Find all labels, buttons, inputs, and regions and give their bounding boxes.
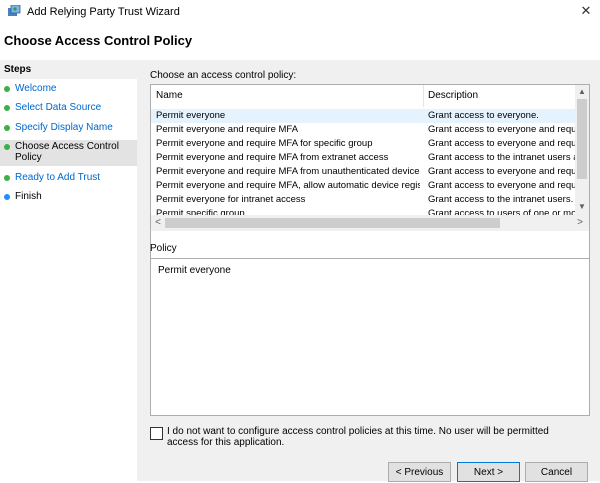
step-choose-access-control-policy: Choose Access Control Policy [0,140,137,166]
step-status-icon [4,86,10,92]
scroll-up-icon[interactable]: ▲ [576,86,588,98]
step-label: Choose Access Control Policy [15,141,119,163]
policy-name: Permit everyone and require MFA from ext… [156,152,389,163]
column-separator[interactable] [423,85,424,107]
step-status-icon [4,194,10,200]
horizontal-scrollbar[interactable]: < > [151,215,589,231]
policy-row[interactable]: Permit everyone and require MFA from ext… [151,151,575,165]
scroll-right-icon[interactable]: > [575,217,585,229]
cancel-button[interactable]: Cancel [525,462,588,482]
steps-title: Steps [4,64,32,75]
policy-name: Permit everyone and require MFA, allow a… [156,180,420,191]
step-label: Specify Display Name [15,122,113,133]
next-button[interactable]: Next > [457,462,520,482]
policy-row[interactable]: Permit everyone for intranet access Gran… [151,193,575,207]
policy-description: Grant access to everyone and requir [428,180,575,191]
scroll-left-icon[interactable]: < [153,217,163,229]
step-label: Welcome [15,83,57,94]
step-finish: Finish [0,191,137,204]
policy-description: Grant access to everyone and requir [428,124,575,135]
policy-name: Permit everyone and require MFA from una… [156,166,420,177]
skip-policy-label[interactable]: I do not want to configure access contro… [167,426,577,448]
scroll-down-icon[interactable]: ▼ [576,201,588,213]
step-label: Select Data Source [15,102,102,113]
step-status-icon [4,105,10,111]
title-bar: Add Relying Party Trust Wizard ✕ [0,0,600,24]
policy-label: Policy [150,243,177,254]
step-welcome[interactable]: Welcome [0,83,137,96]
policy-row[interactable]: Permit everyone and require MFA, allow a… [151,179,575,193]
wizard-app-icon [8,5,21,16]
policy-row[interactable]: Permit everyone and require MFA from una… [151,165,575,179]
vertical-scrollbar[interactable]: ▲ ▼ [575,85,589,215]
step-status-icon [4,144,10,150]
policy-row[interactable]: Permit everyone Grant access to everyone… [151,109,575,123]
policy-text: Permit everyone [158,265,231,276]
policy-description: Grant access to everyone. [428,110,539,121]
step-status-icon [4,175,10,181]
step-specify-display-name[interactable]: Specify Display Name [0,122,137,135]
column-header-description[interactable]: Description [428,85,573,107]
page-title: Choose Access Control Policy [4,33,193,48]
policy-description: Grant access to everyone and requir [428,166,575,177]
step-select-data-source[interactable]: Select Data Source [0,102,137,115]
policy-name: Permit everyone and require MFA for spec… [156,138,373,149]
horizontal-scroll-thumb[interactable] [165,218,500,228]
policy-preview: Permit everyone [150,258,590,416]
skip-policy-checkbox[interactable] [150,427,163,440]
policy-row[interactable]: Permit specific group Grant access to us… [151,207,575,215]
policy-list-label: Choose an access control policy: [150,70,297,81]
policy-name: Permit specific group [156,208,245,215]
vertical-scroll-thumb[interactable] [577,99,587,179]
close-button[interactable]: ✕ [572,0,600,22]
policy-description: Grant access to the intranet users an [428,152,575,163]
policy-row[interactable]: Permit everyone and require MFA for spec… [151,137,575,151]
policy-name: Permit everyone and require MFA [156,124,299,135]
main-panel: Choose an access control policy: Name De… [137,60,600,482]
policy-description: Grant access to the intranet users. [428,194,574,205]
step-status-icon [4,125,10,131]
policy-name: Permit everyone [156,110,226,121]
previous-button[interactable]: < Previous [388,462,451,482]
policy-description: Grant access to everyone and requir [428,138,575,149]
column-header-name[interactable]: Name [156,85,421,107]
policy-row[interactable]: Permit everyone and require MFA Grant ac… [151,123,575,137]
step-ready-to-add-trust[interactable]: Ready to Add Trust [0,172,137,185]
steps-pane: Steps Welcome Select Data Source Specify… [0,60,137,481]
policy-name: Permit everyone for intranet access [156,194,306,205]
steps-header: Steps [0,60,137,79]
window-title: Add Relying Party Trust Wizard [27,6,180,18]
policy-description: Grant access to users of one or more [428,208,575,215]
step-label: Finish [15,191,42,202]
step-label: Ready to Add Trust [15,172,101,183]
